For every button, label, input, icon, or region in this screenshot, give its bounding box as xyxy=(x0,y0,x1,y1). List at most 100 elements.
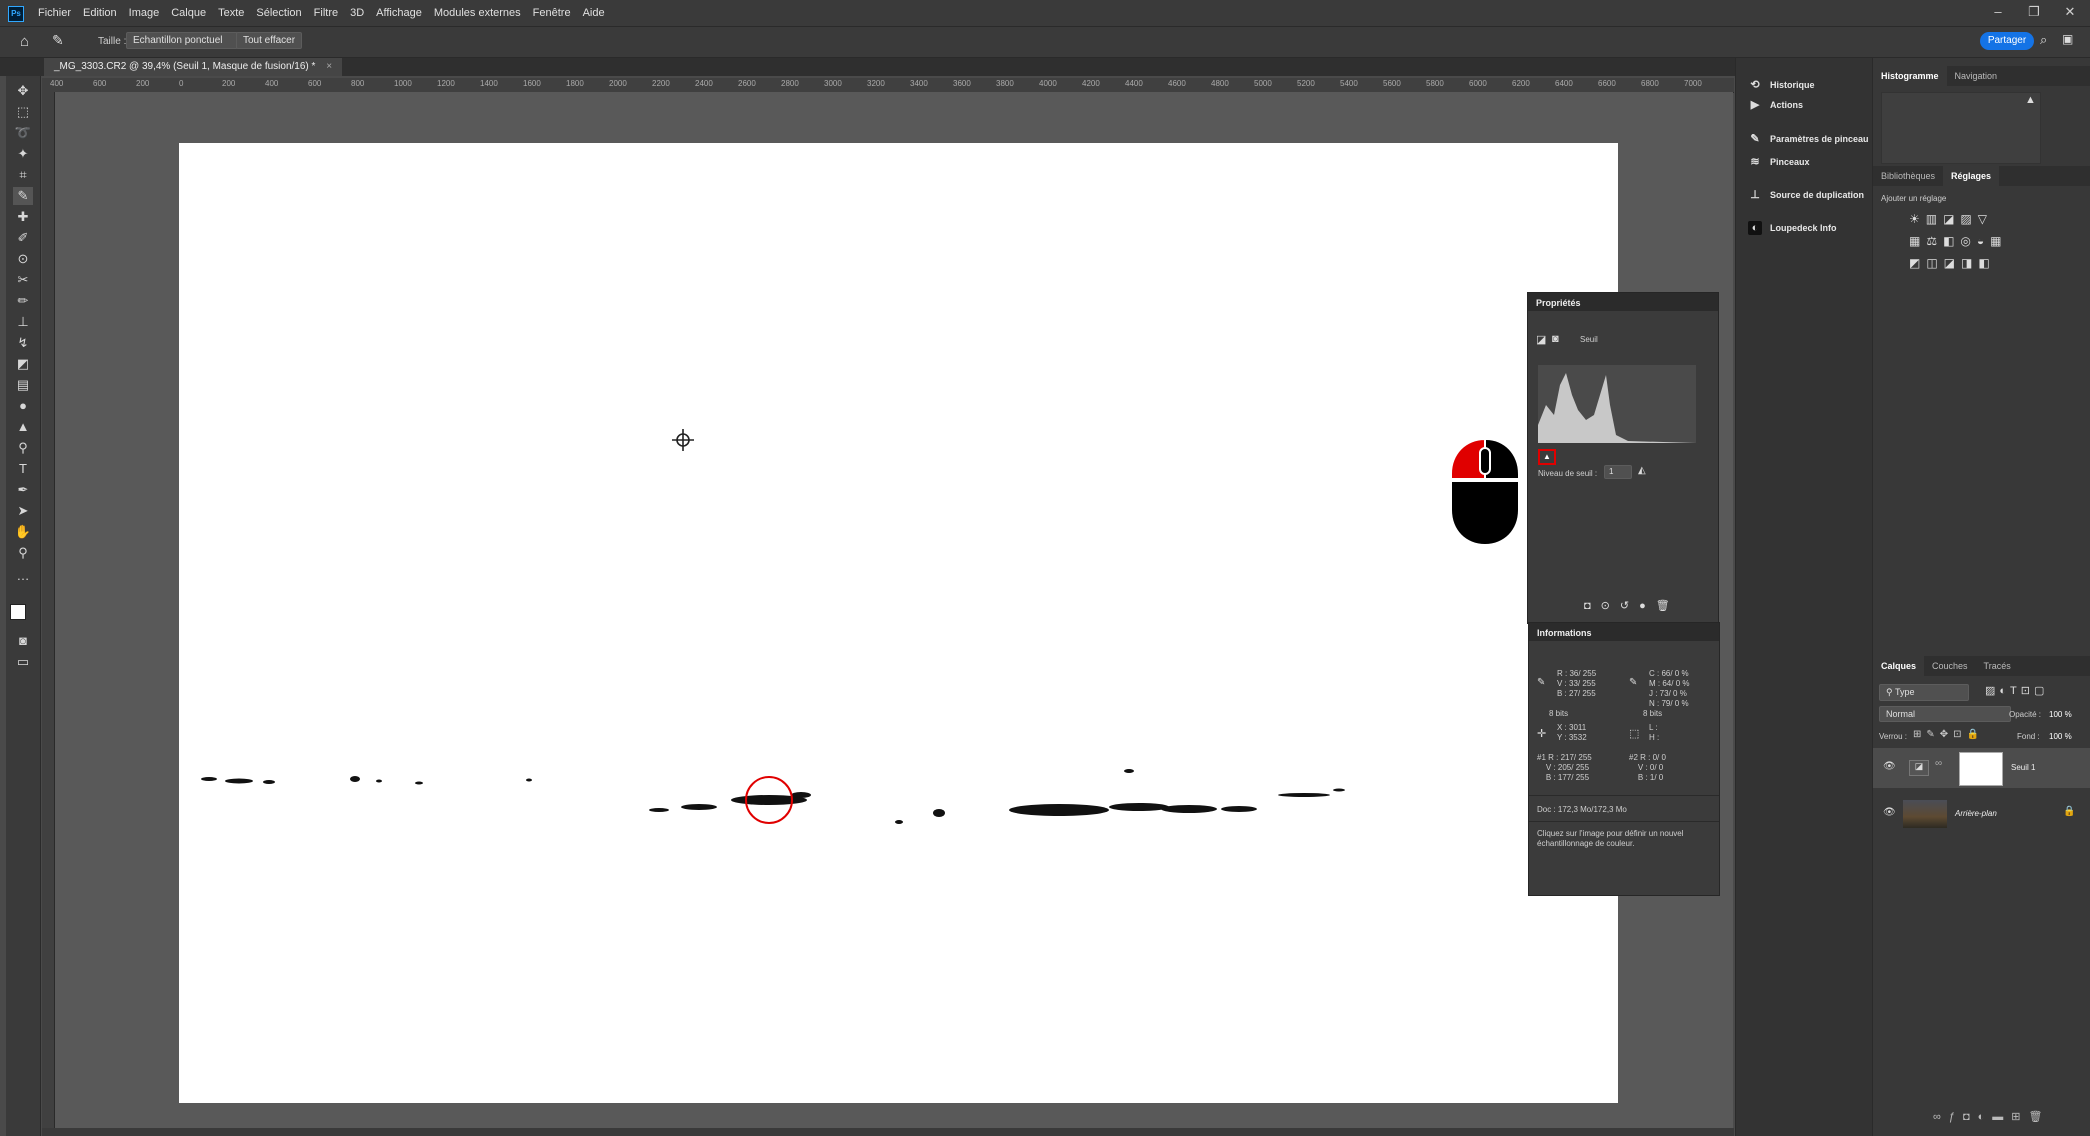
brushes-icon: ≋ xyxy=(1750,156,1760,168)
tab-close-icon[interactable]: × xyxy=(326,61,332,72)
auto-threshold-icon[interactable]: ◭ xyxy=(1638,465,1646,476)
properties-footer-icons[interactable]: ◘⊙↺●🗑 xyxy=(1584,599,1680,612)
ruler-label: 400 xyxy=(265,79,279,88)
info-panel: Informations ✎ R : 36/ 255 V : 33/ 255 B :… xyxy=(1528,622,1720,896)
adjustment-icons[interactable]: ☀▥◪▨▽ ▦⚖◧◎◒▦ ◩◫◪◨◧ xyxy=(1909,208,2029,274)
screen-mode-icon[interactable]: ▭ xyxy=(13,653,33,671)
layers-footer-icons[interactable]: ∞ƒ◘◐▬⊞🗑 xyxy=(1933,1110,2050,1123)
menu-item[interactable]: Calque xyxy=(165,0,212,26)
opacity-value[interactable]: 100 % xyxy=(2049,710,2072,719)
marquee-tool-icon[interactable]: ⬚ xyxy=(13,103,33,121)
layer-row[interactable]: 👁 ◪ ∞ Seuil 1 xyxy=(1873,748,2090,788)
type-tool-icon[interactable]: T xyxy=(13,460,33,478)
layer-mask-thumbnail[interactable] xyxy=(1959,752,2003,786)
document-canvas[interactable] xyxy=(179,143,1618,1103)
search-icon[interactable]: ⌕ xyxy=(2040,32,2047,48)
blur-tool-icon[interactable]: ● xyxy=(13,397,33,415)
crop-tool-icon[interactable]: ⌗ xyxy=(13,166,33,184)
document-tab[interactable]: _MG_3303.CR2 @ 39,4% (Seuil 1, Masque de… xyxy=(44,58,343,76)
eyedropper-icon[interactable]: ✎ xyxy=(52,32,64,49)
menu-item[interactable]: Sélection xyxy=(250,0,307,26)
menu-item[interactable]: Texte xyxy=(212,0,250,26)
menu-item[interactable]: Aide xyxy=(577,0,611,26)
sharpen-tool-icon[interactable]: ▲ xyxy=(13,418,33,436)
scissors-tool-icon[interactable]: ✂ xyxy=(13,271,33,289)
tab-navigation[interactable]: Navigation xyxy=(1947,66,2006,86)
layer-thumbnail[interactable] xyxy=(1903,800,1947,828)
opacity-label: Opacité : xyxy=(2009,710,2042,719)
workspace-icon[interactable]: ▣ xyxy=(2062,32,2073,46)
tab-histogram[interactable]: Histogramme xyxy=(1873,66,1947,86)
clear-button[interactable]: Tout effacer xyxy=(236,32,303,49)
actions-panel-button[interactable]: ▶ Actions xyxy=(1748,98,1803,112)
link-icon[interactable]: ∞ xyxy=(1935,758,1942,769)
menu-item[interactable]: Image xyxy=(123,0,166,26)
threshold-histogram xyxy=(1538,365,1696,443)
quick-mask-icon[interactable]: ◙ xyxy=(13,632,33,650)
tab-layers[interactable]: Calques xyxy=(1873,656,1925,676)
ruler-label: 6200 xyxy=(1512,79,1530,88)
magic-wand-tool-icon[interactable]: ✦ xyxy=(13,145,33,163)
lock-icons[interactable]: ⊞✎✥⊡🔒 xyxy=(1913,729,1984,740)
menu-item[interactable]: Filtre xyxy=(308,0,344,26)
foreground-color-swatch[interactable] xyxy=(10,604,26,620)
menu-item[interactable]: Fichier xyxy=(32,0,77,26)
dodge-tool-icon[interactable]: ⚲ xyxy=(13,439,33,457)
blend-mode-select[interactable]: Normal xyxy=(1879,706,2011,722)
layer-filter-icons[interactable]: ▨◐T⊡▢ xyxy=(1985,684,2048,697)
history-panel-button[interactable]: ⟲ Historique xyxy=(1748,78,1814,92)
tab-libraries[interactable]: Bibliothèques xyxy=(1873,166,1943,186)
clone-source-panel-button[interactable]: ⊥ Source de duplication xyxy=(1748,188,1864,202)
restore-icon[interactable]: ❐ xyxy=(2024,4,2044,20)
healing-brush-tool-icon[interactable]: ✚ xyxy=(13,208,33,226)
lasso-tool-icon[interactable]: ➰ xyxy=(13,124,33,142)
close-icon[interactable]: ✕ xyxy=(2060,4,2080,20)
loupedeck-icon: ◐ xyxy=(1748,221,1762,235)
ruler-label: 3800 xyxy=(996,79,1014,88)
layer-name[interactable]: Seuil 1 xyxy=(2011,763,2035,772)
brush-settings-panel-button[interactable]: ✎ Paramètres de pinceau xyxy=(1748,132,1868,146)
eyedropper-tool-icon[interactable]: ✎ xyxy=(13,187,33,205)
more-tools-icon[interactable]: … xyxy=(13,567,33,585)
eyedropper-icon: ✎ xyxy=(1537,677,1546,688)
eye-icon[interactable]: 👁 xyxy=(1883,807,1896,818)
eraser-tool-icon[interactable]: ◩ xyxy=(13,355,33,373)
minimize-icon[interactable]: – xyxy=(1988,4,2008,19)
tab-adjustments[interactable]: Réglages xyxy=(1943,166,2000,186)
eye-icon[interactable]: 👁 xyxy=(1883,761,1896,772)
gradient-tool-icon[interactable]: ▤ xyxy=(13,376,33,394)
threshold-level-input[interactable]: 1 xyxy=(1604,465,1632,479)
share-button[interactable]: Partager xyxy=(1980,32,2034,50)
layer-row[interactable]: 👁 Arrière-plan 🔒 xyxy=(1873,794,2090,834)
brush-tool-icon[interactable]: ✐ xyxy=(13,229,33,247)
menu-item[interactable]: Fenêtre xyxy=(527,0,577,26)
menu-item[interactable]: Modules externes xyxy=(428,0,527,26)
mask-icon[interactable]: ◙ xyxy=(1552,333,1559,345)
menu-item[interactable]: Edition xyxy=(77,0,123,26)
zoom-tool-icon[interactable]: ⚲ xyxy=(13,544,33,562)
hand-tool-icon[interactable]: ✋ xyxy=(13,523,33,541)
pencil-tool-icon[interactable]: ✏ xyxy=(13,292,33,310)
size-select[interactable]: Echantillon ponctuel xyxy=(126,32,238,49)
layer-name[interactable]: Arrière-plan xyxy=(1955,809,1997,818)
loupedeck-panel-button[interactable]: ◐ Loupedeck Info xyxy=(1748,221,1837,235)
ruler-label: 5000 xyxy=(1254,79,1272,88)
threshold-slider-handle[interactable]: ▲ xyxy=(1538,449,1556,465)
path-selection-tool-icon[interactable]: ➤ xyxy=(13,502,33,520)
layer-type-label: Seuil xyxy=(1580,335,1598,344)
layer-filter-select[interactable]: ⚲ Type xyxy=(1879,684,1969,701)
home-icon[interactable]: ⌂ xyxy=(20,33,29,50)
clone-stamp-tool-icon[interactable]: ⊙ xyxy=(13,250,33,268)
history-brush-tool-icon[interactable]: ↯ xyxy=(13,334,33,352)
fill-value[interactable]: 100 % xyxy=(2049,732,2072,741)
menu-item[interactable]: 3D xyxy=(344,0,370,26)
pen-tool-icon[interactable]: ✒ xyxy=(13,481,33,499)
ruler-label: 3600 xyxy=(953,79,971,88)
fill-label: Fond : xyxy=(2017,732,2040,741)
stamp-tool-icon[interactable]: ⊥ xyxy=(13,313,33,331)
move-tool-icon[interactable]: ✥ xyxy=(13,82,33,100)
tab-channels[interactable]: Couches xyxy=(1924,656,1976,676)
brushes-panel-button[interactable]: ≋ Pinceaux xyxy=(1748,155,1809,169)
tab-paths[interactable]: Tracés xyxy=(1976,656,2019,676)
menu-item[interactable]: Affichage xyxy=(370,0,428,26)
